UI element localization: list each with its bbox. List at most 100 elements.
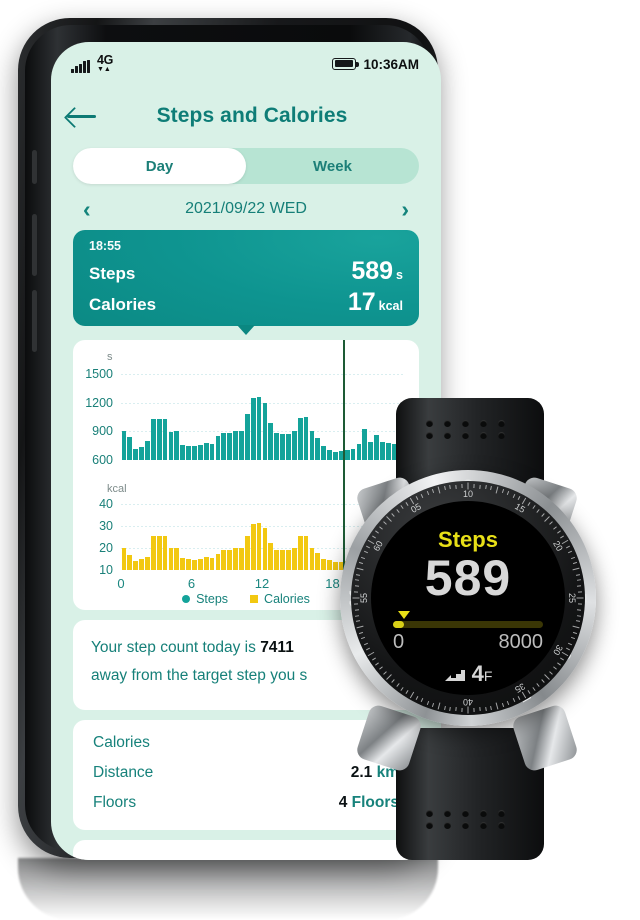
minute-tick (355, 579, 360, 582)
minute-tick (359, 631, 364, 634)
strap-hole (444, 810, 451, 817)
minute-tick (437, 702, 441, 710)
bar (286, 434, 291, 460)
bar (174, 548, 180, 570)
minute-tick-label: 30 (551, 643, 565, 657)
minute-tick (421, 493, 424, 498)
watch-floors: 4F (371, 661, 565, 687)
bar (156, 418, 162, 460)
minute-tick (473, 707, 475, 712)
minute-tick (490, 705, 493, 710)
signal-bars-icon (71, 59, 90, 73)
y-tick-steps: 900 (92, 424, 113, 439)
minute-tick (400, 505, 404, 510)
minute-tick (432, 489, 435, 494)
strap-hole (498, 432, 505, 439)
minute-tick (536, 509, 541, 513)
strap-hole (498, 420, 505, 427)
strap-hole (498, 810, 505, 817)
minute-tick (544, 515, 551, 522)
summary-calories-label: Calories (89, 295, 157, 314)
status-bar: 4G ▼▲ 10:36AM (51, 42, 441, 86)
bar (168, 431, 174, 460)
battery-icon (332, 58, 360, 70)
bar (150, 418, 156, 460)
date-selector: ‹ 2021/09/22 WED › (73, 192, 419, 226)
stat-label-calories: Calories (93, 734, 150, 751)
bar (203, 442, 209, 460)
strap-holes-top (396, 420, 544, 446)
strap-hole (462, 432, 469, 439)
minute-tick (517, 496, 521, 501)
bar (168, 548, 174, 570)
strap-hole (444, 420, 451, 427)
minute-tick (359, 562, 364, 565)
strap-hole (426, 420, 433, 427)
x-tick: 6 (187, 576, 196, 591)
bar (268, 423, 274, 460)
strap-hole (462, 420, 469, 427)
bar (233, 431, 238, 460)
bar (309, 548, 315, 570)
bar (291, 431, 297, 460)
bar (139, 446, 144, 460)
minute-tick (363, 642, 368, 645)
watch-progress-track (393, 611, 543, 628)
minute-tick (467, 482, 469, 490)
bar (215, 553, 221, 570)
minute-tick (565, 647, 570, 651)
summary-steps-value: 589 (351, 257, 394, 285)
bar (268, 542, 274, 570)
minute-tick (366, 545, 371, 549)
legend-label: Calories (264, 592, 310, 606)
legend-item-calories: Calories (250, 592, 310, 606)
summary-calories-unit: kcal (378, 299, 403, 313)
bar (186, 445, 191, 460)
summary-row-calories: Calories 17 kcal (89, 288, 403, 317)
minute-tick (577, 591, 582, 593)
minute-tick (355, 614, 360, 617)
minute-tick (527, 689, 531, 694)
bar (192, 446, 197, 460)
minute-tick (409, 497, 415, 505)
watch-rotating-bezel[interactable]: 55 60 05 10 15 20 25 30 35 40 Steps 589 0 8000 4 (351, 481, 585, 715)
tab-week[interactable]: Week (246, 148, 419, 184)
bar (233, 548, 238, 570)
minute-tick (527, 502, 531, 507)
minute-tick (426, 700, 430, 705)
axis-label-calories: kcal (107, 483, 127, 495)
screenshot-stage: 4G ▼▲ 10:36AM Steps and Calories Day Week… (0, 0, 640, 920)
strap-hole (444, 432, 451, 439)
minute-tick (361, 556, 366, 560)
minute-tick (405, 502, 409, 507)
legend-marker-icon (250, 595, 259, 603)
bar (145, 440, 150, 460)
bar (227, 433, 233, 460)
status-bar-right: 10:36AM (332, 57, 419, 72)
watch-face[interactable]: Steps 589 0 8000 4F (371, 501, 565, 695)
bar (262, 528, 268, 570)
period-tabs: Day Week (73, 148, 419, 184)
phone-button-mute[interactable] (32, 150, 37, 184)
bar (186, 559, 191, 570)
minute-tick (512, 493, 515, 498)
chevron-left-icon[interactable]: ‹ (83, 197, 91, 221)
minute-tick (443, 486, 446, 491)
tab-day[interactable]: Day (73, 148, 246, 184)
bar (209, 443, 215, 460)
y-tick-steps: 1500 (85, 366, 113, 381)
bar (156, 536, 162, 570)
minute-tick (501, 489, 504, 494)
minute-tick (572, 567, 580, 571)
minute-tick (506, 700, 510, 705)
back-button[interactable] (51, 106, 113, 126)
x-tick: 12 (254, 576, 270, 591)
phone-button-volume-up[interactable] (32, 214, 37, 276)
bar (192, 560, 197, 570)
minute-tick (577, 585, 582, 587)
minute-tick (366, 647, 371, 651)
phone-button-volume-down[interactable] (32, 290, 37, 352)
bar (303, 417, 309, 460)
chevron-right-icon[interactable]: › (401, 197, 409, 221)
bar (262, 403, 268, 460)
